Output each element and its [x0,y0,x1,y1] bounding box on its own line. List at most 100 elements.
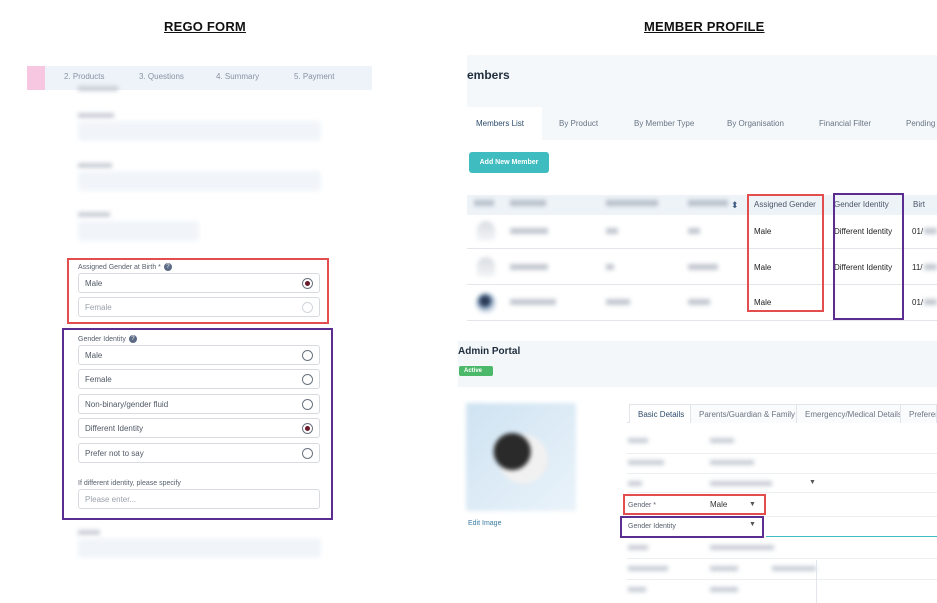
obscured-label [628,545,648,550]
row-divider [627,453,937,454]
assigned-gender-label: Assigned Gender at Birth *? [78,263,172,271]
tab-basic-details[interactable]: Basic Details [629,404,694,423]
obscured-value [710,460,754,465]
obscured-header [510,200,546,206]
specify-input[interactable]: Please enter... [78,489,320,509]
obscured-field[interactable] [78,171,321,191]
rego-form-heading: REGO FORM [164,19,246,34]
status-badge: Active [459,366,493,376]
add-new-member-button[interactable]: Add New Member [469,152,549,173]
gender-identity-column-highlight [833,193,904,320]
tab-parents-guardian[interactable]: Parents/Guardian & Family [690,404,805,423]
obscured-header [688,200,728,206]
cell-birth: 11/ [912,263,923,272]
member-profile-heading: MEMBER PROFILE [644,19,765,34]
column-birth[interactable]: Birt [913,200,925,209]
cell-birth: 01/ [912,298,924,307]
gender-identity-option-different[interactable]: Different Identity [78,418,320,438]
obscured-header [474,200,494,206]
obscured-label [78,163,112,168]
obscured-label [628,481,642,486]
obscured-label [628,587,646,592]
obscured-value [710,545,774,550]
obscured-label [628,438,648,443]
field-underline [766,536,937,537]
obscured-label [78,530,100,535]
help-icon[interactable]: ? [128,335,137,343]
tab-preferences[interactable]: Preferen [900,404,937,423]
tab-pending[interactable]: Pending [906,119,935,128]
chevron-down-icon[interactable]: ▼ [809,479,816,486]
row-divider [627,492,937,493]
obscured-label [78,212,110,217]
gender-select-value[interactable]: Male [710,500,727,509]
obscured-label [78,113,114,118]
radio-icon[interactable] [302,399,313,410]
obscured-cell [510,264,548,270]
tab-by-organisation[interactable]: By Organisation [727,119,784,128]
gender-identity-option-prefer-not[interactable]: Prefer not to say [78,443,320,463]
gender-identity-field-label: Gender Identity [628,523,676,530]
radio-icon[interactable] [302,374,313,385]
tab-by-product[interactable]: By Product [559,119,598,128]
assigned-gender-column-highlight [747,194,824,312]
chevron-down-icon[interactable]: ▼ [749,501,756,508]
obscured-cell [606,228,618,234]
row-divider [467,320,937,321]
obscured-field[interactable] [78,538,321,558]
radio-selected-icon[interactable] [302,278,313,289]
specify-label: If different identity, please specify [78,480,181,487]
radio-selected-icon[interactable] [302,423,313,434]
avatar [477,257,495,277]
obscured-value [772,566,816,571]
gender-identity-option-female[interactable]: Female [78,369,320,389]
row-divider [627,558,937,559]
avatar [476,293,496,313]
obscured-cell [688,228,700,234]
obscured-cell [510,228,548,234]
row-divider [627,473,937,474]
obscured-header [606,200,658,206]
step-products[interactable]: 2. Products [64,72,104,81]
obscured-field[interactable] [78,221,199,241]
obscured-cell [924,299,937,305]
admin-portal-header [458,341,937,387]
tab-by-member-type[interactable]: By Member Type [634,119,694,128]
tab-members-list[interactable]: Members List [476,119,524,128]
gender-identity-option-nonbinary[interactable]: Non-binary/gender fluid [78,394,320,414]
step-questions[interactable]: 3. Questions [139,72,184,81]
obscured-cell [510,299,556,305]
admin-portal-title: Admin Portal [458,346,521,357]
gender-identity-option-male[interactable]: Male [78,345,320,365]
radio-icon[interactable] [302,302,313,313]
help-icon[interactable]: ? [163,263,172,271]
tab-emergency-medical[interactable]: Emergency/Medical Details [796,404,911,423]
edit-image-link[interactable]: Edit Image [468,520,501,527]
tab-financial-filter[interactable]: Financial Filter [819,119,871,128]
obscured-cell [924,264,937,270]
obscured-cell [688,299,710,305]
radio-icon[interactable] [302,448,313,459]
obscured-cell [924,228,937,234]
step-payment[interactable]: 5. Payment [294,72,334,81]
avatar [477,221,495,241]
obscured-value [710,566,738,571]
sort-icon[interactable]: ⬍ [731,200,739,211]
assigned-gender-option-female[interactable]: Female [78,297,320,317]
step-indicator-active [27,66,45,90]
obscured-cell [606,299,630,305]
cell-birth: 01/ [912,227,924,236]
radio-icon[interactable] [302,350,313,361]
obscured-cell [688,264,718,270]
assigned-gender-option-male[interactable]: Male [78,273,320,293]
obscured-text [78,86,118,91]
column-divider [816,560,817,603]
obscured-field[interactable] [78,121,321,141]
page-title: embers [467,68,510,82]
step-summary[interactable]: 4. Summary [216,72,259,81]
obscured-cell [606,264,614,270]
obscured-value [710,481,772,486]
chevron-down-icon[interactable]: ▼ [749,521,756,528]
obscured-label [628,460,664,465]
row-divider [627,579,937,580]
